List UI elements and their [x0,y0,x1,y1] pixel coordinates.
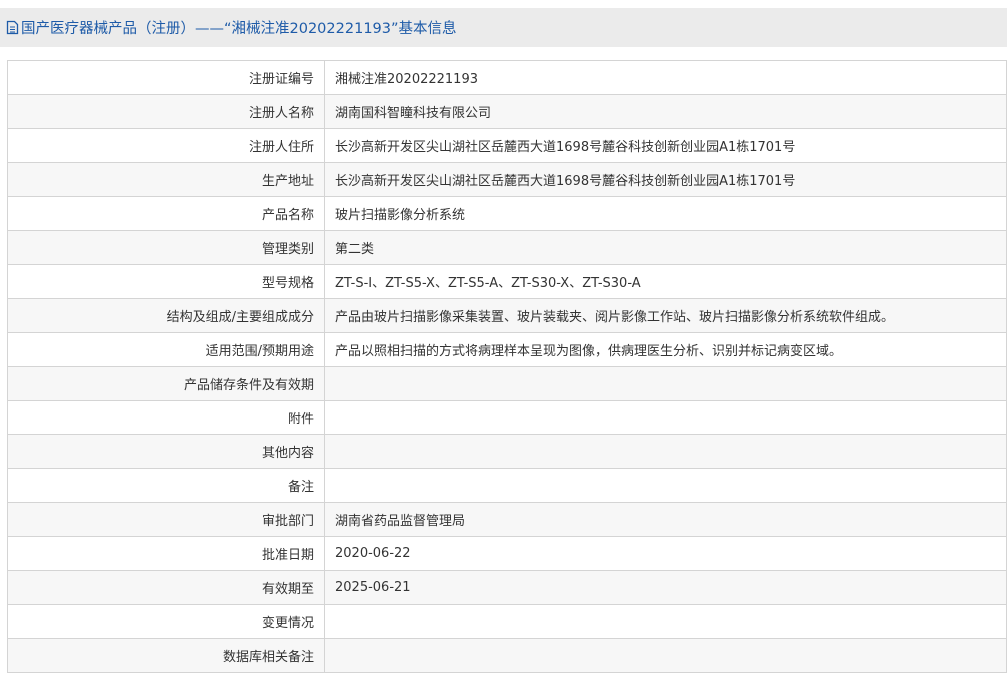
field-label: 产品储存条件及有效期 [7,366,325,401]
field-value: ZT-S-I、ZT-S5-X、ZT-S5-A、ZT-S30-X、ZT-S30-A [324,264,1007,299]
field-label: 数据库相关备注 [7,638,325,673]
field-label: 产品名称 [7,196,325,231]
table-row: 备注 [7,468,1007,503]
field-value [324,638,1007,673]
info-table: 注册证编号 湘械注准20202221193 注册人名称 湖南国科智瞳科技有限公司 注册人… [7,60,1007,673]
field-value: 产品以照相扫描的方式将病理样本呈现为图像，供病理医生分析、识别并标记病变区域。 [324,332,1007,367]
field-label: 适用范围/预期用途 [7,332,325,367]
table-row: 结构及组成/主要组成成分 产品由玻片扫描影像采集装置、玻片装载夹、阅片影像工作站、… [7,298,1007,333]
field-label: 管理类别 [7,230,325,265]
table-row: 生产地址 长沙高新开发区尖山湖社区岳麓西大道1698号麓谷科技创新创业园A1栋17… [7,162,1007,197]
table-row: 变更情况 [7,604,1007,639]
field-value: 2020-06-22 [324,536,1007,571]
table-row: 注册证编号 湘械注准20202221193 [7,60,1007,95]
table-row: 附件 [7,400,1007,435]
table-row: 注册人住所 长沙高新开发区尖山湖社区岳麓西大道1698号麓谷科技创新创业园A1栋1… [7,128,1007,163]
page-title: 国产医疗器械产品（注册）——“湘械注准20202221193”基本信息 [21,21,457,37]
field-label: 审批部门 [7,502,325,537]
field-value [324,434,1007,469]
table-row: 适用范围/预期用途 产品以照相扫描的方式将病理样本呈现为图像，供病理医生分析、识别… [7,332,1007,367]
field-label: 批准日期 [7,536,325,571]
field-label: 注册证编号 [7,60,325,95]
table-row: 审批部门 湖南省药品监督管理局 [7,502,1007,537]
table-row: 数据库相关备注 [7,638,1007,673]
field-label: 结构及组成/主要组成成分 [7,298,325,333]
page-header: 国产医疗器械产品（注册）——“湘械注准20202221193”基本信息 [0,8,1007,47]
field-value: 长沙高新开发区尖山湖社区岳麓西大道1698号麓谷科技创新创业园A1栋1701号 [324,162,1007,197]
field-value: 第二类 [324,230,1007,265]
field-value [324,400,1007,435]
table-row: 其他内容 [7,434,1007,469]
table-row: 产品名称 玻片扫描影像分析系统 [7,196,1007,231]
field-value: 长沙高新开发区尖山湖社区岳麓西大道1698号麓谷科技创新创业园A1栋1701号 [324,128,1007,163]
field-value: 2025-06-21 [324,570,1007,605]
field-value: 玻片扫描影像分析系统 [324,196,1007,231]
table-row: 产品储存条件及有效期 [7,366,1007,401]
field-value: 湘械注准20202221193 [324,60,1007,95]
field-label: 其他内容 [7,434,325,469]
field-label: 备注 [7,468,325,503]
field-label: 有效期至 [7,570,325,605]
field-value [324,366,1007,401]
table-row: 批准日期 2020-06-22 [7,536,1007,571]
field-label: 生产地址 [7,162,325,197]
table-row: 注册人名称 湖南国科智瞳科技有限公司 [7,94,1007,129]
field-label: 变更情况 [7,604,325,639]
field-label: 型号规格 [7,264,325,299]
field-label: 附件 [7,400,325,435]
field-label: 注册人名称 [7,94,325,129]
field-value: 产品由玻片扫描影像采集装置、玻片装载夹、阅片影像工作站、玻片扫描影像分析系统软件… [324,298,1007,333]
field-value [324,468,1007,503]
field-value: 湖南省药品监督管理局 [324,502,1007,537]
document-icon [6,20,19,35]
field-value: 湖南国科智瞳科技有限公司 [324,94,1007,129]
field-value [324,604,1007,639]
table-row: 管理类别 第二类 [7,230,1007,265]
table-row: 有效期至 2025-06-21 [7,570,1007,605]
field-label: 注册人住所 [7,128,325,163]
table-row: 型号规格 ZT-S-I、ZT-S5-X、ZT-S5-A、ZT-S30-X、ZT-S… [7,264,1007,299]
